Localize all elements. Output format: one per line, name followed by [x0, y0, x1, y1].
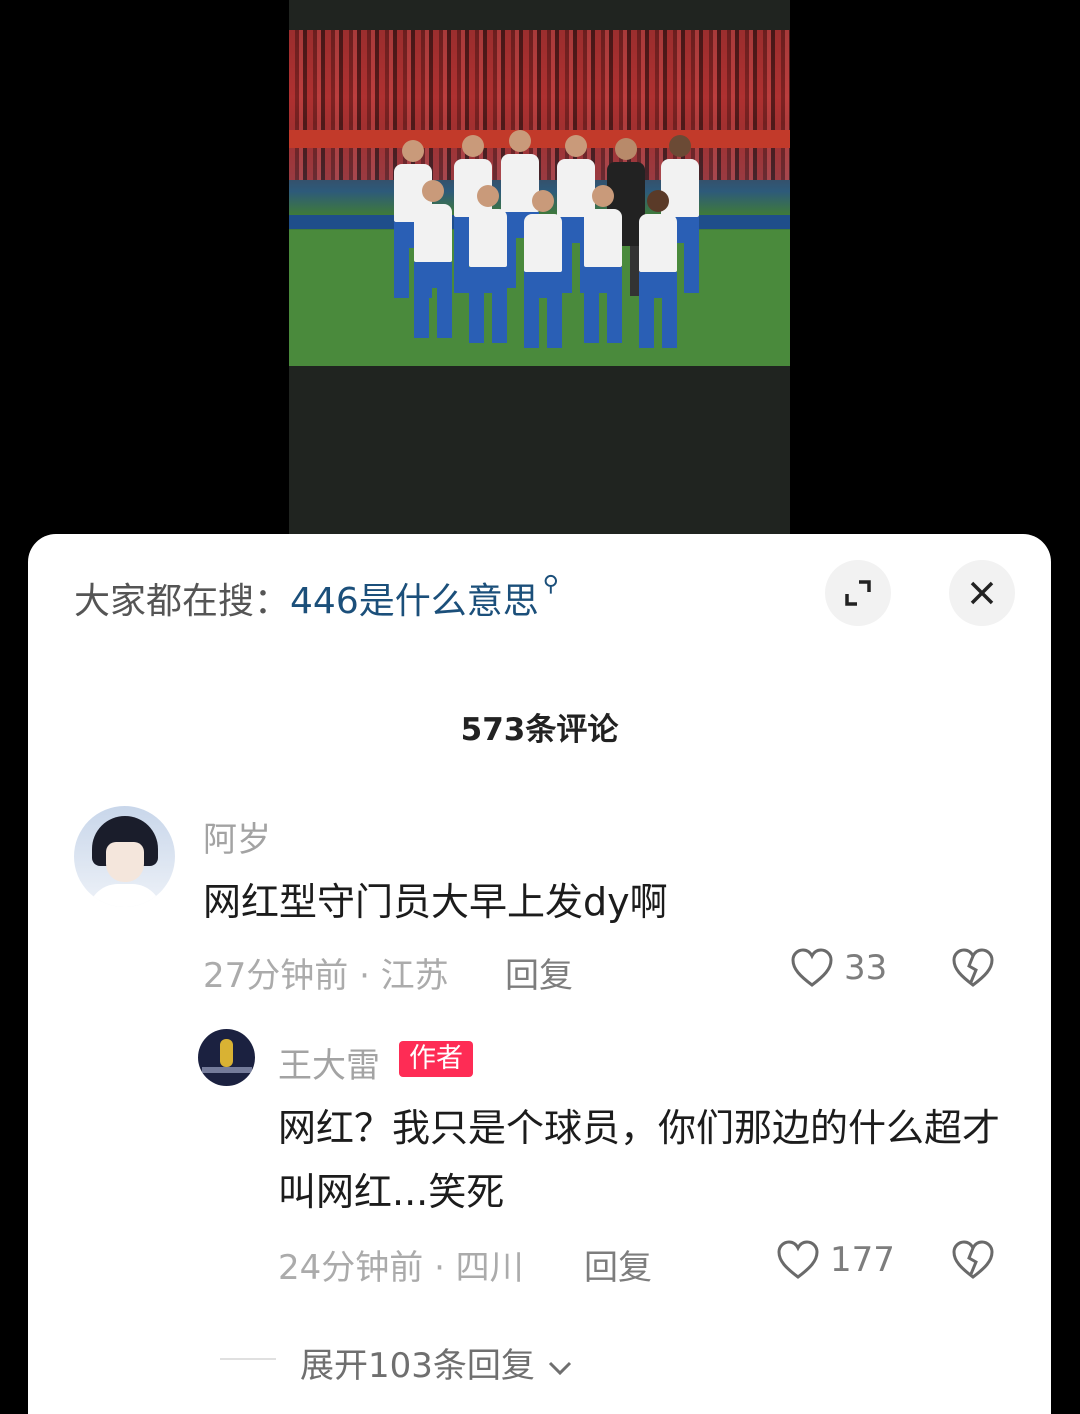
like-count: 177 — [830, 1240, 895, 1280]
comment-text[interactable]: 网红型守门员大早上发dy啊 — [203, 870, 668, 934]
like-count: 33 — [844, 948, 888, 988]
comments-sheet: 大家都在搜：446是什么意思 ⚲ 573条评论 阿岁 网红型守门员大早上发dy啊 … — [28, 534, 1051, 1414]
comments-count-title: 573条评论 — [460, 712, 619, 748]
search-icon: ⚲ — [542, 572, 559, 597]
video-background — [0, 0, 1080, 560]
reply-text[interactable]: 网红？我只是个球员，你们那边的什么超才叫网红...笑死 — [278, 1096, 1008, 1224]
reply-username[interactable]: 王大雷 — [278, 1038, 380, 1087]
chevron-down-icon — [548, 1361, 571, 1375]
comment-time-location: 27分钟前 · 江苏 — [203, 956, 449, 996]
broken-heart-icon[interactable] — [951, 948, 995, 988]
avatar[interactable] — [74, 806, 175, 907]
comment-username[interactable]: 阿岁 — [203, 812, 271, 861]
author-badge: 作者 — [399, 1041, 473, 1077]
trending-search-prefix: 大家都在搜： — [74, 581, 291, 622]
reply-avatar[interactable] — [198, 1029, 255, 1086]
trending-search-keyword[interactable]: 446是什么意思 — [290, 581, 539, 622]
close-icon — [970, 581, 994, 605]
heart-icon[interactable] — [790, 948, 834, 988]
divider — [220, 1358, 276, 1360]
team-photo — [289, 30, 790, 366]
expand-replies-button[interactable]: 展开103条回复 — [300, 1338, 574, 1387]
expand-button[interactable] — [825, 560, 891, 626]
heart-icon[interactable] — [776, 1240, 820, 1280]
expand-replies-label: 展开103条回复 — [300, 1346, 535, 1386]
reply-button[interactable]: 回复 — [584, 1240, 652, 1289]
trending-search-bar[interactable]: 大家都在搜：446是什么意思 ⚲ — [74, 572, 559, 624]
broken-heart-icon[interactable] — [951, 1240, 995, 1280]
expand-icon — [845, 580, 871, 606]
close-button[interactable] — [949, 560, 1015, 626]
reply-time-location: 24分钟前 · 四川 — [278, 1248, 524, 1288]
reply-button[interactable]: 回复 — [505, 948, 573, 997]
